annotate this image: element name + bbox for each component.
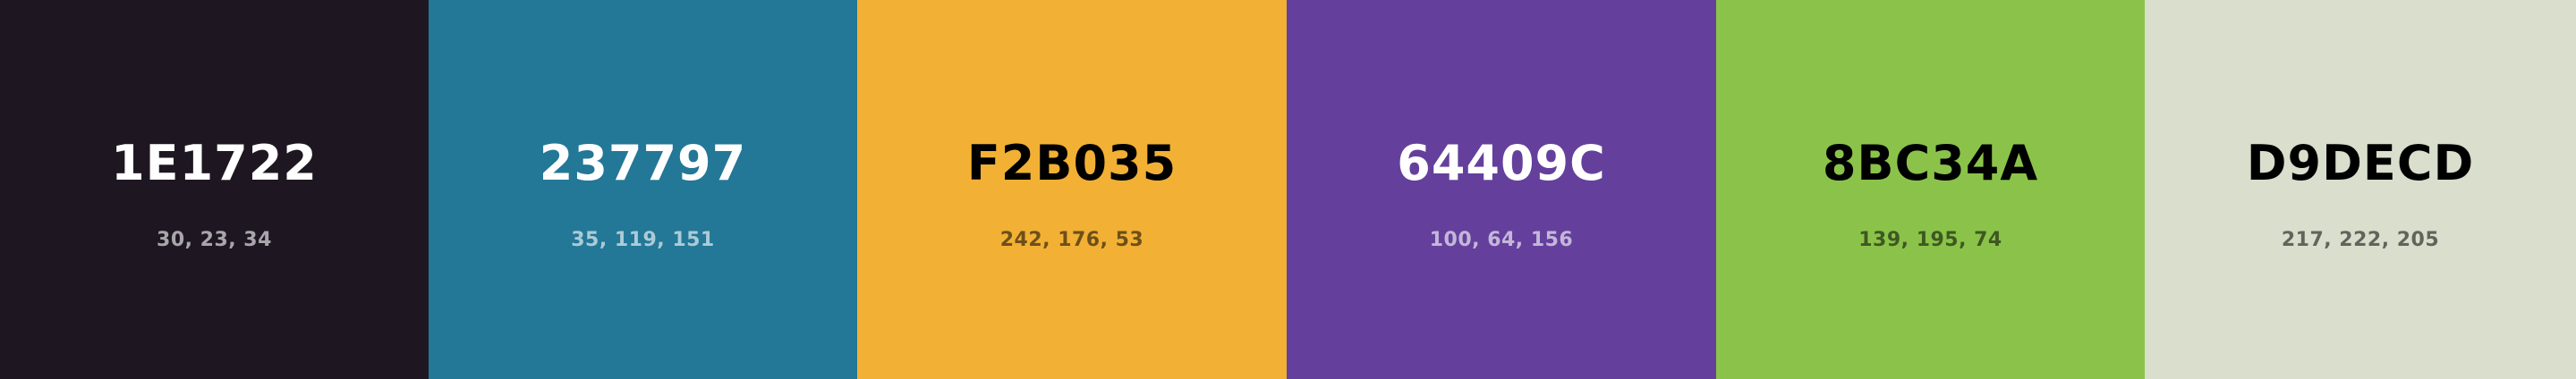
color-palette: 1E1722 30, 23, 34 237797 35, 119, 151 F2… [0, 0, 2576, 379]
hex-code[interactable]: 8BC34A [1716, 132, 2145, 195]
rgb-value[interactable]: 139, 195, 74 [1716, 227, 2145, 254]
hex-code[interactable]: 237797 [429, 132, 857, 195]
color-swatch-6[interactable]: D9DECD 217, 222, 205 [2145, 0, 2576, 379]
rgb-value[interactable]: 242, 176, 53 [857, 227, 1287, 254]
hex-code[interactable]: F2B035 [857, 132, 1287, 195]
color-swatch-5[interactable]: 8BC34A 139, 195, 74 [1716, 0, 2145, 379]
color-swatch-1[interactable]: 1E1722 30, 23, 34 [0, 0, 429, 379]
hex-code[interactable]: 1E1722 [0, 132, 429, 195]
color-swatch-2[interactable]: 237797 35, 119, 151 [429, 0, 857, 379]
rgb-value[interactable]: 35, 119, 151 [429, 227, 857, 254]
hex-code[interactable]: 64409C [1287, 132, 1716, 195]
rgb-value[interactable]: 217, 222, 205 [2145, 227, 2576, 254]
rgb-value[interactable]: 30, 23, 34 [0, 227, 429, 254]
color-swatch-3[interactable]: F2B035 242, 176, 53 [857, 0, 1287, 379]
color-swatch-4[interactable]: 64409C 100, 64, 156 [1287, 0, 1716, 379]
rgb-value[interactable]: 100, 64, 156 [1287, 227, 1716, 254]
hex-code[interactable]: D9DECD [2145, 132, 2576, 195]
